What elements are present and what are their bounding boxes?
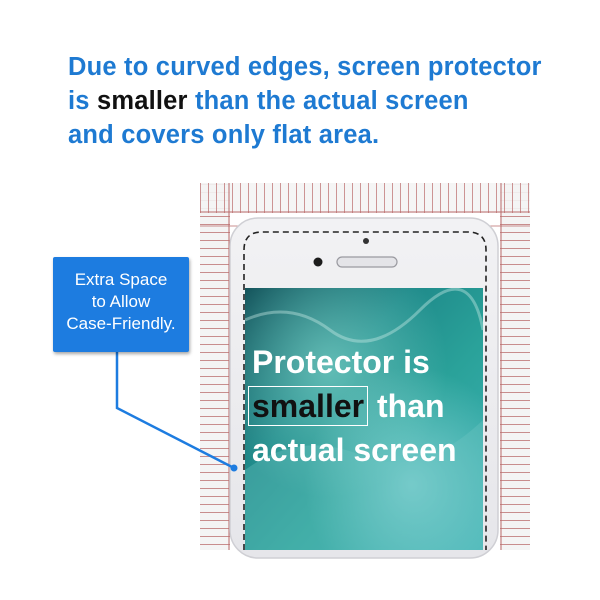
phone-camera-icon	[313, 257, 323, 267]
screen-text-line-3: actual screen	[252, 432, 457, 468]
screen-overlay-text: Protector is smaller than actual screen	[248, 340, 552, 472]
callout-box: Extra Space to Allow Case-Friendly.	[53, 257, 189, 352]
callout-line-3: Case-Friendly.	[66, 314, 176, 333]
phone-camera-icon	[363, 238, 369, 244]
screen-text-after-boxed: than	[368, 388, 445, 424]
screen-text-line-1: Protector is	[252, 344, 430, 380]
phone-earpiece-icon	[336, 256, 398, 268]
screen-text-boxed-word: smaller	[248, 386, 369, 426]
screen-text-line-2: smaller than	[248, 384, 552, 428]
callout-line-2: to Allow	[91, 292, 151, 311]
callout-line-1: Extra Space	[74, 270, 168, 289]
